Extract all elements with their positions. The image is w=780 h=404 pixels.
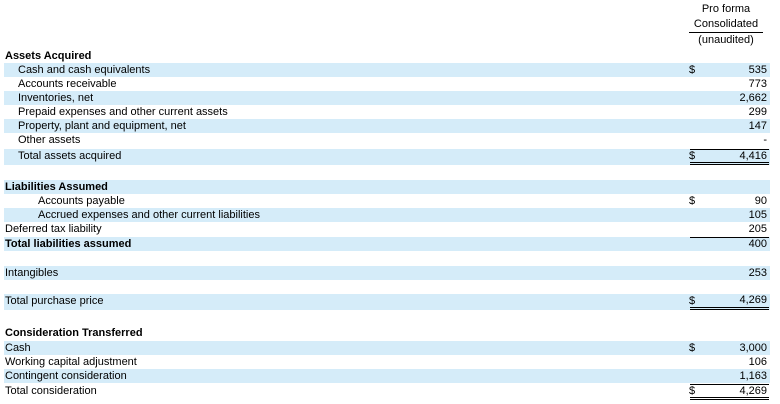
row-label: Total assets acquired xyxy=(18,150,122,162)
section-consideration: Consideration Transferred xyxy=(4,326,770,340)
row-value: 1,163 xyxy=(739,370,767,382)
row-inventories: Inventories, net 2,662 xyxy=(4,91,770,105)
row-contingent: Contingent consideration 1,163 xyxy=(4,369,770,383)
header-line-2: Consolidated xyxy=(689,17,763,33)
row-label: Working capital adjustment xyxy=(5,356,137,368)
row-cash: Cash $ 3,000 xyxy=(4,341,770,355)
row-label: Inventories, net xyxy=(18,92,94,104)
row-label: Total purchase price xyxy=(5,295,104,307)
section-assets-acquired: Assets Acquired xyxy=(4,49,770,63)
column-header: Pro forma Consolidated (unaudited) xyxy=(686,2,766,48)
row-total-purchase: Total purchase price $ 4,269 xyxy=(4,294,770,310)
row-accounts-receivable: Accounts receivable 773 xyxy=(4,77,770,91)
row-ppe: Property, plant and equipment, net 147 xyxy=(4,119,770,133)
row-label: Contingent consideration xyxy=(5,370,127,382)
row-label: Cash xyxy=(5,342,31,354)
row-value: 90 xyxy=(754,195,767,207)
row-label: Other assets xyxy=(18,134,81,146)
row-value: 147 xyxy=(748,120,767,132)
row-value: 253 xyxy=(748,267,767,279)
row-value: 4,416 xyxy=(690,149,769,165)
row-total-consideration: Total consideration $ 4,269 xyxy=(4,384,770,400)
row-value: 4,269 xyxy=(690,384,769,400)
row-label: Prepaid expenses and other current asset… xyxy=(18,106,228,118)
row-deferred-tax: Deferred tax liability 205 xyxy=(4,222,770,236)
row-value: 2,662 xyxy=(739,92,767,104)
section-title: Assets Acquired xyxy=(5,50,92,62)
row-value: 4,269 xyxy=(690,294,769,310)
row-intangibles: Intangibles 253 xyxy=(4,266,770,280)
row-value: 773 xyxy=(748,78,767,90)
row-cash-equivalents: Cash and cash equivalents $ 535 xyxy=(4,63,770,77)
row-prepaid: Prepaid expenses and other current asset… xyxy=(4,105,770,119)
row-value: - xyxy=(763,134,767,146)
row-total-assets: Total assets acquired $ 4,416 xyxy=(4,149,770,165)
row-label: Accounts receivable xyxy=(18,78,117,90)
row-value: 205 xyxy=(748,223,767,235)
row-value: 106 xyxy=(748,356,767,368)
row-value: 535 xyxy=(748,64,767,76)
section-liabilities-assumed: Liabilities Assumed xyxy=(4,180,770,194)
row-value: 3,000 xyxy=(739,342,767,354)
row-working-capital: Working capital adjustment 106 xyxy=(4,355,770,369)
section-title: Consideration Transferred xyxy=(5,327,143,339)
row-label: Cash and cash equivalents xyxy=(18,64,151,76)
row-accrued: Accrued expenses and other current liabi… xyxy=(4,208,770,222)
row-label: Property, plant and equipment, net xyxy=(18,120,186,132)
header-line-3: (unaudited) xyxy=(698,34,754,46)
row-label: Accrued expenses and other current liabi… xyxy=(38,209,260,221)
row-total-liabilities: Total liabilities assumed 400 xyxy=(4,237,770,251)
row-value: 400 xyxy=(690,237,769,251)
row-label: Deferred tax liability xyxy=(5,223,102,235)
header-line-1: Pro forma xyxy=(701,3,751,15)
row-accounts-payable: Accounts payable $ 90 xyxy=(4,194,770,208)
row-other-assets: Other assets - xyxy=(4,133,770,147)
row-value: 299 xyxy=(748,106,767,118)
row-label: Total consideration xyxy=(5,385,97,397)
row-label: Intangibles xyxy=(5,267,59,279)
row-label: Total liabilities assumed xyxy=(5,238,132,250)
row-label: Accounts payable xyxy=(38,195,125,207)
section-title: Liabilities Assumed xyxy=(5,181,108,193)
row-value: 105 xyxy=(748,209,767,221)
